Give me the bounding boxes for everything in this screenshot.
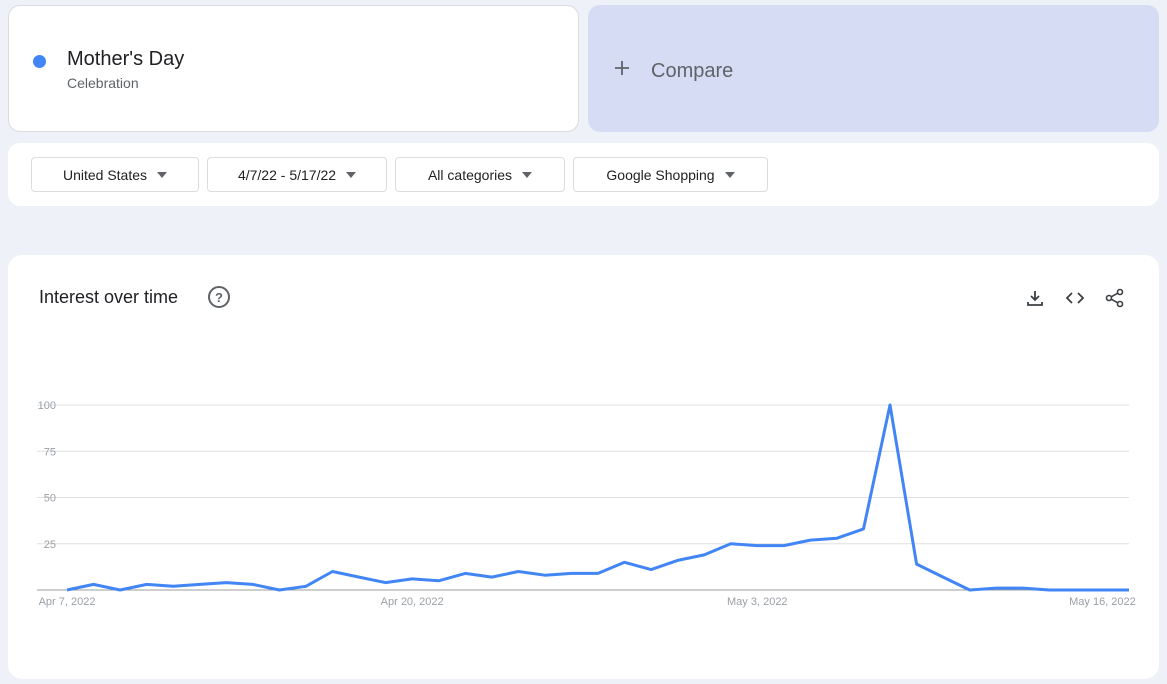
data-point[interactable] <box>727 540 735 548</box>
data-point[interactable] <box>1125 586 1133 594</box>
y-tick-label: 25 <box>44 539 56 551</box>
data-point[interactable] <box>382 579 390 587</box>
dropdown-arrow-icon <box>522 171 533 178</box>
x-tick-label: May 16, 2022 <box>1069 596 1136 608</box>
filter-bar: United States 4/7/22 - 5/17/22 All categ… <box>8 143 1159 206</box>
data-point[interactable] <box>435 577 443 585</box>
data-point[interactable] <box>1072 586 1080 594</box>
data-point[interactable] <box>780 542 788 550</box>
data-point[interactable] <box>860 525 868 533</box>
search-type-filter-dropdown[interactable]: Google Shopping <box>573 157 768 192</box>
compare-label: Compare <box>651 60 734 82</box>
y-tick-label: 50 <box>44 493 56 505</box>
data-point[interactable] <box>992 584 1000 592</box>
data-point[interactable] <box>939 573 947 581</box>
data-point[interactable] <box>222 579 230 587</box>
region-filter-dropdown[interactable]: United States <box>31 157 199 192</box>
data-point[interactable] <box>302 582 310 590</box>
data-point[interactable] <box>541 571 549 579</box>
data-point[interactable] <box>355 573 363 581</box>
y-tick-label: 75 <box>44 446 56 458</box>
search-type-filter-label: Google Shopping <box>606 166 715 183</box>
data-point[interactable] <box>621 558 629 566</box>
data-point[interactable] <box>329 568 337 576</box>
data-point[interactable] <box>833 534 841 542</box>
data-point[interactable] <box>169 582 177 590</box>
term-type: Celebration <box>67 75 139 91</box>
data-point[interactable] <box>514 568 522 576</box>
date-range-filter-dropdown[interactable]: 4/7/22 - 5/17/22 <box>207 157 387 192</box>
term-name: Mother's Day <box>67 48 185 70</box>
data-point[interactable] <box>408 575 416 583</box>
data-point[interactable] <box>567 569 575 577</box>
compare-button[interactable]: Compare <box>588 5 1159 132</box>
data-point[interactable] <box>488 573 496 581</box>
x-tick-label: Apr 20, 2022 <box>381 596 444 608</box>
data-point[interactable] <box>275 586 283 594</box>
search-term-card[interactable]: Mother's Day Celebration <box>8 5 579 132</box>
data-point[interactable] <box>143 580 151 588</box>
data-point[interactable] <box>1019 584 1027 592</box>
data-point[interactable] <box>63 586 71 594</box>
interest-line-chart: 100 75 50 25 Apr 7, 2022 Apr 20, 2022 May 3, 2… <box>37 400 1136 608</box>
dropdown-arrow-icon <box>724 171 735 178</box>
category-filter-dropdown[interactable]: All categories <box>395 157 565 192</box>
data-point[interactable] <box>90 580 98 588</box>
data-point[interactable] <box>116 586 124 594</box>
data-point[interactable] <box>249 580 257 588</box>
data-point[interactable] <box>461 569 469 577</box>
data-point[interactable] <box>594 569 602 577</box>
data-point[interactable] <box>913 560 921 568</box>
x-tick-label: May 3, 2022 <box>727 596 788 608</box>
data-point[interactable] <box>886 401 894 409</box>
region-filter-label: United States <box>62 166 148 183</box>
interest-over-time-panel: Interest over time ? 100 75 50 25 Apr 7, 202… <box>8 255 1159 679</box>
data-point[interactable] <box>966 586 974 594</box>
data-point[interactable] <box>674 556 682 564</box>
data-point[interactable] <box>753 542 761 550</box>
category-filter-label: All categories <box>427 166 513 183</box>
x-tick-label: Apr 7, 2022 <box>39 596 96 608</box>
dropdown-arrow-icon <box>346 171 357 178</box>
date-range-filter-label: 4/7/22 - 5/17/22 <box>237 166 337 183</box>
dropdown-arrow-icon <box>157 171 168 178</box>
term-color-dot <box>33 55 46 68</box>
data-point[interactable] <box>647 566 655 574</box>
plus-icon <box>614 57 630 81</box>
data-point[interactable] <box>1045 586 1053 594</box>
data-point[interactable] <box>196 580 204 588</box>
data-point[interactable] <box>1098 586 1106 594</box>
data-point[interactable] <box>700 551 708 559</box>
data-point[interactable] <box>806 536 814 544</box>
y-tick-label: 100 <box>38 400 56 412</box>
